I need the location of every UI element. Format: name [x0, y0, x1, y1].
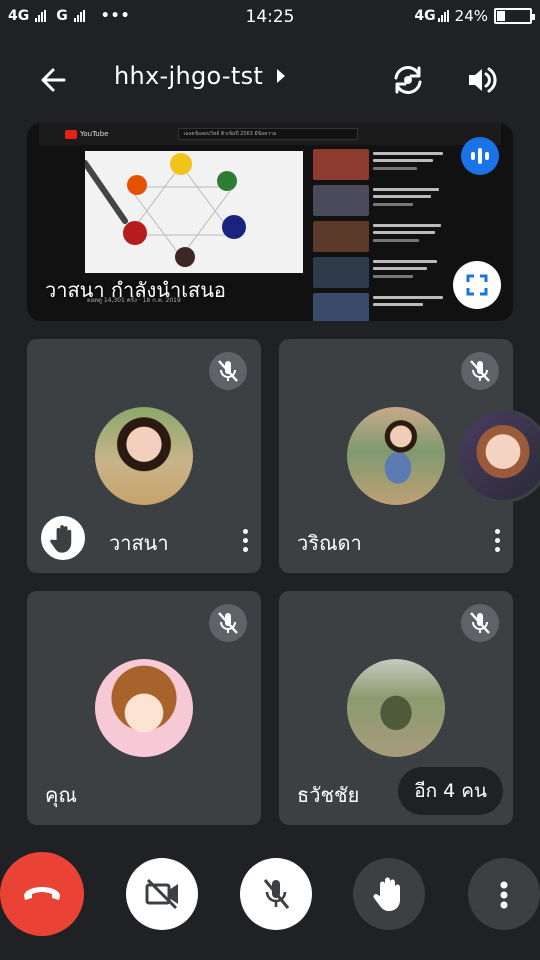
status-bar: 4G G ••• 14:25 4G 24%: [0, 0, 540, 36]
avatar: [456, 409, 540, 503]
call-header: hhx-jhgo-tst: [0, 50, 540, 108]
shared-search-field: เฉลยข้อสอบวิทย์ ติวเข้มปี 2563 มีข้อความ: [178, 128, 359, 140]
speaker-button[interactable]: [462, 60, 502, 100]
video-meta: ยอดดู 14,301 ครั้ง · 18 ก.ค. 2019: [87, 297, 181, 304]
switch-camera-button[interactable]: [388, 60, 428, 100]
fullscreen-button[interactable]: [453, 261, 501, 309]
more-options-button[interactable]: [468, 858, 540, 930]
participant-tile[interactable]: ธวัชชัย อีก 4 คน: [279, 591, 513, 825]
raise-hand-icon: [50, 525, 72, 553]
signal-icon-3: [437, 10, 449, 22]
avatar: [95, 659, 193, 757]
more-vertical-icon: [500, 881, 508, 909]
status-right: 4G 24%: [414, 7, 535, 25]
call-controls: [0, 852, 540, 936]
shared-video: [85, 151, 303, 273]
raise-hand-icon: [373, 877, 400, 911]
volume-icon: [469, 67, 497, 93]
participant-more-button[interactable]: [237, 525, 253, 555]
end-call-button[interactable]: [0, 852, 84, 936]
more-participants-button[interactable]: อีก 4 คน: [398, 767, 503, 815]
presentation-tile[interactable]: YouTube เฉลยข้อสอบวิทย์ ติวเข้มปี 2563 ม…: [27, 123, 513, 321]
avatar: [347, 659, 445, 757]
participant-name: วาสนา: [109, 531, 169, 555]
mic-off-icon: [218, 360, 238, 382]
list-item: [313, 221, 499, 255]
meeting-info-button[interactable]: hhx-jhgo-tst: [114, 62, 286, 90]
meeting-code: hhx-jhgo-tst: [114, 62, 264, 90]
battery-percent: 24%: [454, 7, 488, 25]
other-participants-stack: [456, 407, 540, 505]
raised-hand-indicator: [39, 514, 87, 562]
raise-hand-button[interactable]: [353, 858, 425, 930]
participant-tile[interactable]: วาสนา: [27, 339, 261, 573]
arrow-left-icon: [41, 68, 66, 92]
mic-off-icon: [263, 879, 290, 909]
battery-fill: [497, 11, 505, 21]
muted-indicator: [209, 604, 247, 642]
switch-camera-icon: [394, 66, 422, 94]
youtube-wordmark: YouTube: [80, 130, 109, 138]
mic-off-icon: [218, 612, 238, 634]
avatar: [347, 407, 445, 505]
participant-more-button[interactable]: [489, 525, 505, 555]
mic-toggle-button[interactable]: [240, 858, 312, 930]
list-item: [313, 185, 499, 219]
participant-tile[interactable]: คุณ: [27, 591, 261, 825]
participant-name: ธวัชชัย: [297, 783, 360, 807]
participant-name: วริณดา: [297, 531, 362, 555]
color-diagram: [85, 153, 246, 267]
mic-off-icon: [470, 360, 490, 382]
audio-level-indicator: [461, 137, 499, 175]
youtube-logo-icon: [65, 129, 77, 139]
fullscreen-icon: [466, 274, 488, 296]
avatar: [95, 407, 193, 505]
camera-toggle-button[interactable]: [126, 858, 198, 930]
shared-screen-toolbar: YouTube เฉลยข้อสอบวิทย์ ติวเข้มปี 2563 ม…: [39, 123, 501, 145]
phone-hangup-icon: [24, 887, 60, 900]
back-button[interactable]: [34, 60, 74, 100]
battery-icon: [494, 8, 535, 24]
participant-name: คุณ: [45, 783, 77, 807]
muted-indicator: [209, 352, 247, 390]
muted-indicator: [461, 604, 499, 642]
mic-off-icon: [470, 612, 490, 634]
network-type-3: 4G: [414, 8, 436, 24]
muted-indicator: [461, 352, 499, 390]
chevron-right-icon: [277, 69, 286, 83]
video-off-icon: [145, 878, 178, 910]
